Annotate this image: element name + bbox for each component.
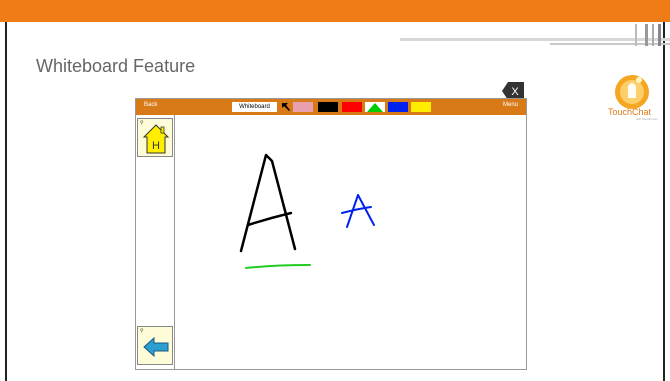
logo-text: TouchChat [608, 107, 652, 117]
eraser-tool-icon[interactable] [293, 102, 313, 112]
drawn-crossbar-black [246, 211, 293, 227]
arrow-left-icon [143, 337, 169, 357]
whiteboard-app: Back Whiteboard Menu ⚲ H ⚲ [135, 98, 527, 370]
drawn-letter-a-black [239, 153, 297, 253]
drawing-canvas[interactable] [175, 115, 526, 369]
decorative-lines [400, 24, 670, 46]
color-yellow-swatch[interactable] [411, 102, 431, 112]
slide-title: Whiteboard Feature [36, 56, 196, 76]
logo-subtext: with WordPower [636, 117, 658, 121]
pointer-tool-icon[interactable] [281, 102, 291, 112]
color-green-swatch[interactable] [365, 102, 385, 112]
close-label: X [511, 86, 519, 98]
side-button-column: ⚲ H ⚲ [136, 115, 175, 369]
house-icon: H [142, 124, 170, 154]
color-blue-swatch[interactable] [388, 102, 408, 112]
drawn-underline-green [245, 264, 311, 269]
home-label: H [152, 140, 160, 152]
slide-top-bar [0, 0, 670, 22]
color-black-swatch[interactable] [318, 102, 338, 112]
color-red-swatch[interactable] [342, 102, 362, 112]
app-toolbar: Back Whiteboard Menu [136, 99, 526, 115]
back-link[interactable]: Back [144, 102, 157, 108]
menu-link[interactable]: Menu [503, 102, 518, 108]
home-button[interactable]: ⚲ H [137, 118, 173, 157]
search-icon: ⚲ [140, 328, 144, 334]
back-arrow-button[interactable]: ⚲ [137, 326, 173, 365]
whiteboard-label[interactable]: Whiteboard [232, 102, 277, 112]
